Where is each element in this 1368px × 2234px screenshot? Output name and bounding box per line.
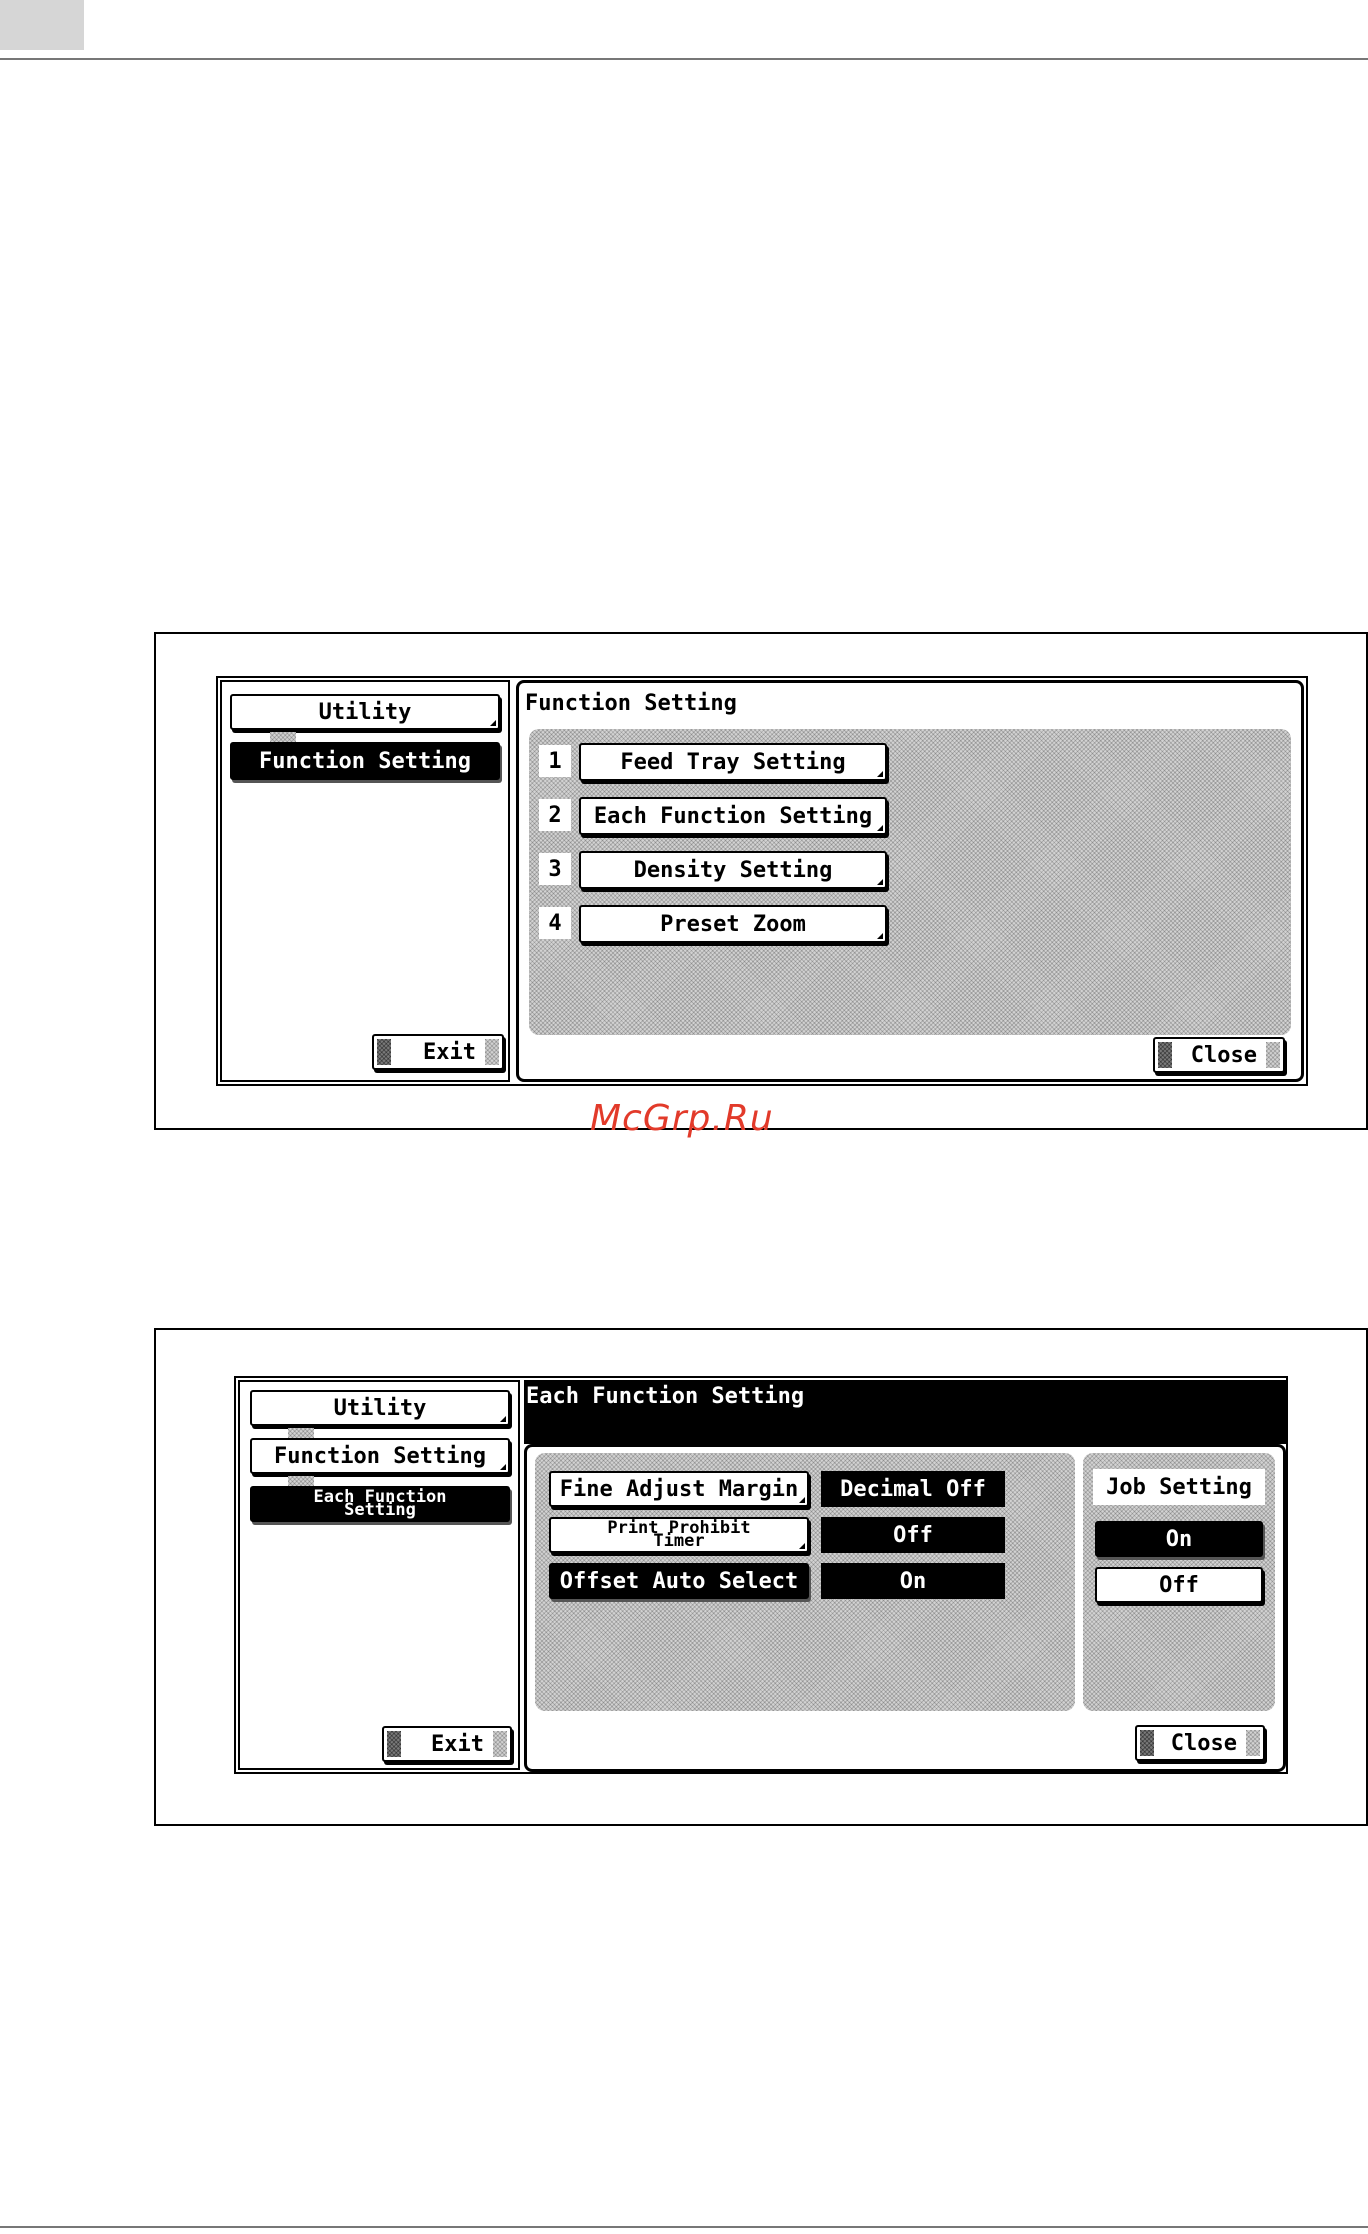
item-number-2: 2 (539, 799, 571, 831)
breadcrumb-connector (288, 1428, 314, 1438)
breadcrumb-function-setting-button[interactable]: Function Setting (230, 742, 500, 780)
button-grip (485, 1039, 499, 1065)
job-setting-area: Job Setting On Off (1083, 1453, 1275, 1711)
item-number-3: 3 (539, 853, 571, 885)
feed-tray-setting-label: Feed Tray Setting (620, 749, 846, 775)
breadcrumb-each-function-setting-label: Each Function Setting (313, 1487, 447, 1520)
screen-2: Utility Function Setting Each Function S… (234, 1376, 1288, 1774)
screen-title: Each Function Setting (526, 1384, 805, 1409)
fine-adjust-margin-button[interactable]: Fine Adjust Margin (549, 1471, 809, 1507)
breadcrumb-utility-button[interactable]: Utility (230, 694, 500, 730)
breadcrumb-utility-button[interactable]: Utility (250, 1390, 510, 1426)
corner-marker (799, 1497, 805, 1503)
corner-marker (877, 933, 883, 939)
breadcrumb-utility-label: Utility (318, 699, 412, 725)
preset-zoom-label: Preset Zoom (660, 911, 806, 937)
button-grip (493, 1731, 507, 1757)
density-setting-button[interactable]: Density Setting (579, 851, 887, 889)
button-grip (1246, 1730, 1260, 1756)
print-prohibit-timer-button[interactable]: Print Prohibit Timer (549, 1517, 809, 1553)
each-function-setting-button[interactable]: Each Function Setting (579, 797, 887, 835)
exit-button[interactable]: Exit (382, 1726, 512, 1762)
screen-title: Function Setting (525, 691, 737, 716)
button-grip (377, 1039, 391, 1065)
button-grip (1140, 1730, 1154, 1756)
corner-marker (877, 825, 883, 831)
header-rule (0, 58, 1368, 60)
job-setting-on-label: On (1165, 1526, 1193, 1552)
left-panel: Utility Function Setting Exit (220, 680, 510, 1082)
breadcrumb-function-setting-button[interactable]: Function Setting (250, 1438, 510, 1474)
print-prohibit-timer-label: Print Prohibit Timer (607, 1518, 751, 1551)
corner-marker (877, 771, 883, 777)
print-prohibit-timer-value: Off (821, 1517, 1005, 1553)
offset-auto-select-value: On (821, 1563, 1005, 1599)
corner-marker (799, 1543, 805, 1549)
fine-adjust-margin-value: Decimal Off (821, 1471, 1005, 1507)
corner-marker (490, 720, 496, 726)
close-label: Close (1170, 1730, 1237, 1756)
screen-1: Utility Function Setting Exit Function S… (216, 676, 1308, 1086)
job-setting-off-label: Off (1159, 1572, 1199, 1598)
button-grip (387, 1731, 401, 1757)
job-setting-label: Job Setting (1106, 1474, 1252, 1500)
exit-label: Exit (431, 1731, 484, 1757)
button-grip (1158, 1042, 1172, 1068)
feed-tray-setting-button[interactable]: Feed Tray Setting (579, 743, 887, 781)
left-panel: Utility Function Setting Each Function S… (238, 1380, 520, 1770)
fine-adjust-margin-label: Fine Adjust Margin (559, 1476, 799, 1502)
breadcrumb-connector (270, 732, 296, 742)
title-bar: Each Function Setting (524, 1380, 1286, 1444)
preset-zoom-button[interactable]: Preset Zoom (579, 905, 887, 943)
footer-rule (0, 2226, 1368, 2228)
watermark-text: McGrp.Ru (590, 1098, 774, 1139)
exit-button[interactable]: Exit (372, 1034, 504, 1070)
exit-label: Exit (423, 1039, 476, 1065)
page-corner-tab (0, 0, 84, 50)
item-number-1: 1 (539, 745, 571, 777)
corner-marker (500, 1416, 506, 1422)
right-panel: Function Setting 1 Feed Tray Setting 2 E… (516, 680, 1304, 1082)
settings-area: Fine Adjust Margin Decimal Off Print Pro… (535, 1453, 1075, 1711)
breadcrumb-utility-label: Utility (333, 1395, 427, 1421)
menu-area: 1 Feed Tray Setting 2 Each Function Sett… (529, 729, 1291, 1035)
close-button[interactable]: Close (1135, 1725, 1265, 1761)
job-setting-label-box: Job Setting (1093, 1469, 1265, 1505)
corner-marker (877, 879, 883, 885)
close-label: Close (1190, 1042, 1257, 1068)
breadcrumb-function-setting-label: Function Setting (274, 1443, 486, 1469)
right-panel: Fine Adjust Margin Decimal Off Print Pro… (524, 1444, 1286, 1772)
button-grip (1266, 1042, 1280, 1068)
offset-auto-select-button[interactable]: Offset Auto Select (549, 1563, 809, 1599)
job-setting-off-button[interactable]: Off (1095, 1567, 1263, 1603)
breadcrumb-function-setting-label: Function Setting (259, 748, 471, 774)
corner-marker (500, 1464, 506, 1470)
density-setting-label: Density Setting (633, 857, 833, 883)
offset-auto-select-label: Offset Auto Select (559, 1568, 799, 1594)
each-function-setting-label: Each Function Setting (593, 803, 873, 829)
close-button[interactable]: Close (1153, 1037, 1285, 1073)
item-number-4: 4 (539, 907, 571, 939)
breadcrumb-connector (288, 1476, 314, 1486)
breadcrumb-each-function-setting-button[interactable]: Each Function Setting (250, 1486, 510, 1522)
job-setting-on-button[interactable]: On (1095, 1521, 1263, 1557)
